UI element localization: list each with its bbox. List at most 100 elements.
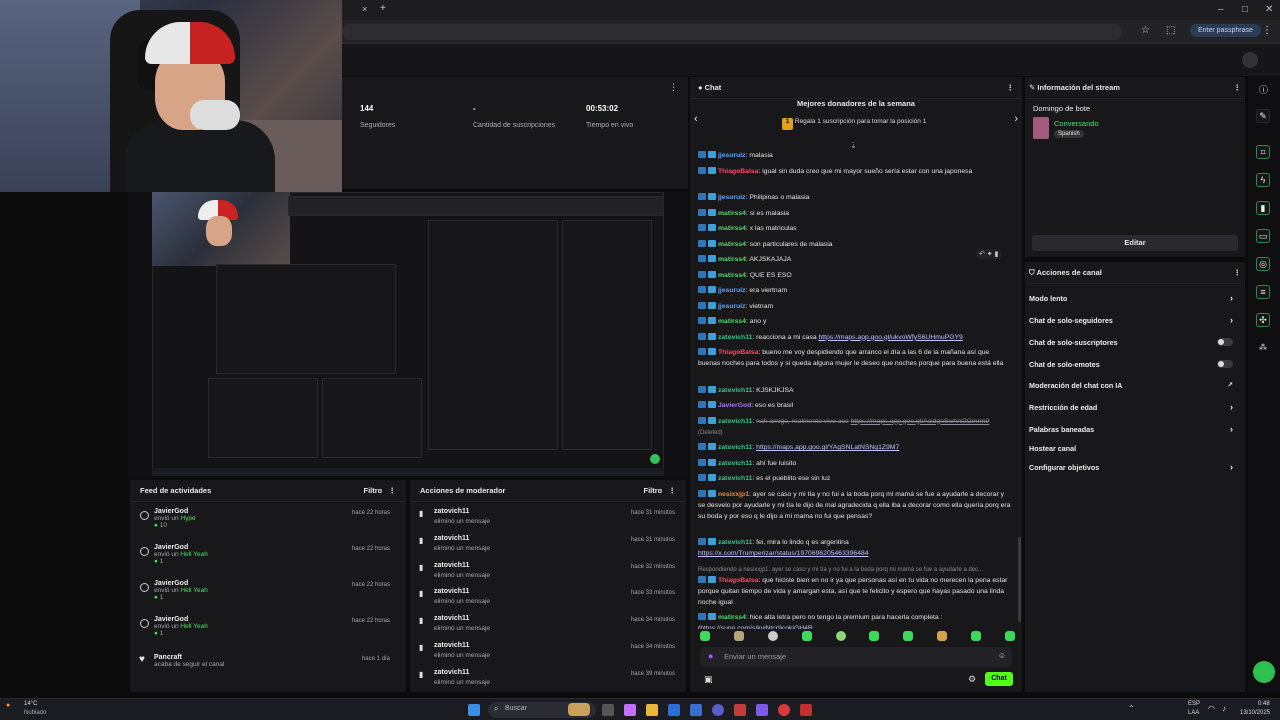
- chat-link[interactable]: https://suno.com/s/kyjNtcr9cqkiGH4R: [700, 625, 813, 629]
- tray-chevron-icon[interactable]: ⌃: [1128, 704, 1135, 713]
- chrome-icon[interactable]: [712, 704, 724, 716]
- feed-user[interactable]: JavierGod: [154, 508, 196, 515]
- stats-menu-icon[interactable]: ⋮: [669, 82, 678, 93]
- obs-icon[interactable]: [778, 704, 790, 716]
- chat-username[interactable]: matirss4: [718, 225, 746, 232]
- chat-message[interactable]: zatovich11: es el pueblito ese sin luz: [698, 473, 1013, 484]
- chat-username[interactable]: matirss4: [718, 614, 746, 621]
- chat-username[interactable]: jjesuruiz: [718, 287, 746, 294]
- enter-passphrase-button[interactable]: Enter passphrase: [1190, 24, 1261, 37]
- mod-menu-icon[interactable]: ⋮: [669, 486, 677, 495]
- chat-message[interactable]: zatovich11: reacciona a mi casa https://…: [698, 332, 1013, 343]
- mod-user[interactable]: zatovich11: [434, 615, 490, 622]
- mod-user[interactable]: zatovich11: [434, 588, 490, 595]
- chat-username[interactable]: jjesuruiz: [718, 152, 746, 159]
- chat-username[interactable]: matirss4: [718, 241, 746, 248]
- mod-user[interactable]: zatovich11: [434, 535, 490, 542]
- chat-username[interactable]: JavierGod: [718, 402, 751, 409]
- windows-start-icon[interactable]: [468, 704, 480, 716]
- mod-user[interactable]: zatovich11: [434, 562, 490, 569]
- clock-time[interactable]: 0:48: [1258, 701, 1270, 707]
- new-tab-icon[interactable]: +: [380, 3, 386, 14]
- channel-action-row[interactable]: Chat de solo-seguidores ›: [1029, 315, 1239, 325]
- chat-username[interactable]: zatovich11: [718, 334, 752, 341]
- chat-message[interactable]: jjesuruiz: era viertnam: [698, 285, 1013, 296]
- channel-action-row[interactable]: Chat de solo-emotes: [1029, 360, 1239, 369]
- mod-filter-button[interactable]: Filtro: [643, 486, 662, 495]
- feed-user[interactable]: JavierGod: [154, 544, 208, 551]
- chat-scrollbar[interactable]: [1018, 537, 1021, 622]
- channel-action-row[interactable]: Palabras baneadas ›: [1029, 424, 1239, 434]
- donors-prev-icon[interactable]: ‹: [694, 113, 698, 125]
- app-icon-2[interactable]: [800, 704, 812, 716]
- wrench-icon[interactable]: ✣: [1256, 313, 1270, 327]
- chat-username[interactable]: zatovich11: [718, 444, 752, 451]
- chat-username[interactable]: ThiagoBalsa: [718, 168, 758, 175]
- channel-action-row[interactable]: Hostear canal: [1029, 444, 1239, 453]
- channel-action-row[interactable]: Modo lento ›: [1029, 293, 1239, 303]
- flash-icon[interactable]: ϟ: [1256, 173, 1270, 187]
- chat-message[interactable]: matirss4: AKJSKAJAJA: [698, 254, 1013, 265]
- mod-user[interactable]: zatovich11: [434, 669, 490, 676]
- chat-message[interactable]: matirss4: QUE ES ESO: [698, 270, 1013, 281]
- menu-dots-icon[interactable]: ⋮: [1262, 25, 1272, 36]
- chat-settings-icon[interactable]: ⚙: [968, 674, 976, 685]
- chat-username[interactable]: zatovich11: [718, 460, 752, 467]
- chat-message[interactable]: ThiagoBalsa: igual sin duda creo que mi …: [698, 166, 1013, 177]
- task-view-icon[interactable]: [602, 704, 614, 716]
- chat-link[interactable]: https://maps.app.goo.gl/YAgSNLatNSNg1Z9M…: [756, 444, 899, 451]
- donors-next-icon[interactable]: ›: [1014, 113, 1018, 125]
- emoji-icon[interactable]: ☺: [998, 651, 1006, 660]
- maximize-icon[interactable]: □: [1242, 4, 1248, 15]
- volume-icon[interactable]: ♪: [1222, 704, 1226, 713]
- chat-message[interactable]: matirss4: ano y: [698, 316, 1013, 327]
- chat-username[interactable]: ThiagoBalsa: [718, 349, 758, 356]
- info-circle-icon[interactable]: ⓘ: [1259, 83, 1268, 96]
- stream-category[interactable]: Conversando: [1054, 119, 1099, 128]
- emote-icon[interactable]: [971, 631, 981, 641]
- outlook-icon[interactable]: [668, 704, 680, 716]
- channel-action-row[interactable]: Configurar objetivos ›: [1029, 462, 1239, 472]
- chat-link[interactable]: https://maps.app.goo.gl/ukvoWfyS6UHmuPGY…: [819, 334, 963, 341]
- emote-icon[interactable]: [937, 631, 948, 641]
- store-icon[interactable]: [690, 704, 702, 716]
- chat-message[interactable]: zatovich11: fei, mira lo lindo q es arge…: [698, 537, 1013, 559]
- emote-icon[interactable]: [801, 631, 812, 641]
- chat-username[interactable]: jjesuruiz: [718, 303, 746, 310]
- chat-message[interactable]: jjesuruiz: malasia: [698, 150, 1013, 161]
- chat-message[interactable]: matirss4: si es malasia: [698, 208, 1013, 219]
- chat-message[interactable]: zatovich11: ahí fue luisito: [698, 458, 1013, 469]
- close-window-icon[interactable]: ✕: [1265, 4, 1273, 15]
- chat-message[interactable]: nesixxjp1: ayer se caso y mi tía y no fu…: [698, 489, 1013, 522]
- chat-message[interactable]: zatovich11: KJSKJKJSA: [698, 385, 1013, 396]
- feed-user[interactable]: JavierGod: [154, 580, 208, 587]
- mod-user[interactable]: zatovich11: [434, 508, 490, 515]
- chat-username[interactable]: matirss4: [718, 256, 746, 263]
- chat-link[interactable]: https://maps.app.goo.gl/AcidgeSwhnt2Gmrm…: [851, 418, 990, 425]
- tab-close-icon[interactable]: ×: [362, 4, 367, 14]
- chat-username[interactable]: matirss4: [718, 318, 746, 325]
- chat-username[interactable]: matirss4: [718, 272, 746, 279]
- feed-user[interactable]: JavierGod: [154, 616, 208, 623]
- chat-message[interactable]: matirss4: son particulares de malasia: [698, 239, 1013, 250]
- user-avatar[interactable]: [1242, 52, 1258, 68]
- url-field[interactable]: [342, 24, 1122, 40]
- gift-sub-icon[interactable]: ▣: [704, 674, 713, 685]
- edit-stream-button[interactable]: Editar: [1032, 235, 1238, 251]
- edit-icon[interactable]: ✎: [1256, 109, 1270, 123]
- chat-link[interactable]: https://x.com/Trumperizar/status/1970696…: [698, 550, 869, 557]
- mic-icon[interactable]: ●: [708, 651, 713, 661]
- emote-icon[interactable]: [700, 631, 710, 641]
- explorer-icon[interactable]: [646, 704, 658, 716]
- chat-username[interactable]: zatovich11: [718, 418, 752, 425]
- chat-input[interactable]: ● Enviar un mensaje ☺: [700, 647, 1012, 667]
- emote-icon[interactable]: [733, 631, 744, 641]
- chat-message[interactable]: jjesuruiz: Philipinas o malasia: [698, 192, 1013, 203]
- chat-menu-icon[interactable]: ⋮: [1007, 83, 1015, 92]
- discord-icon[interactable]: [756, 704, 768, 716]
- app-icon[interactable]: [734, 704, 746, 716]
- chat-username[interactable]: matirss4: [718, 210, 746, 217]
- chat-username[interactable]: zatovich11: [718, 387, 752, 394]
- chat-message[interactable]: matirss4: hice alta letra pero no tengo …: [698, 612, 1013, 629]
- taskbar-search[interactable]: ⌕ Buscar: [488, 702, 596, 718]
